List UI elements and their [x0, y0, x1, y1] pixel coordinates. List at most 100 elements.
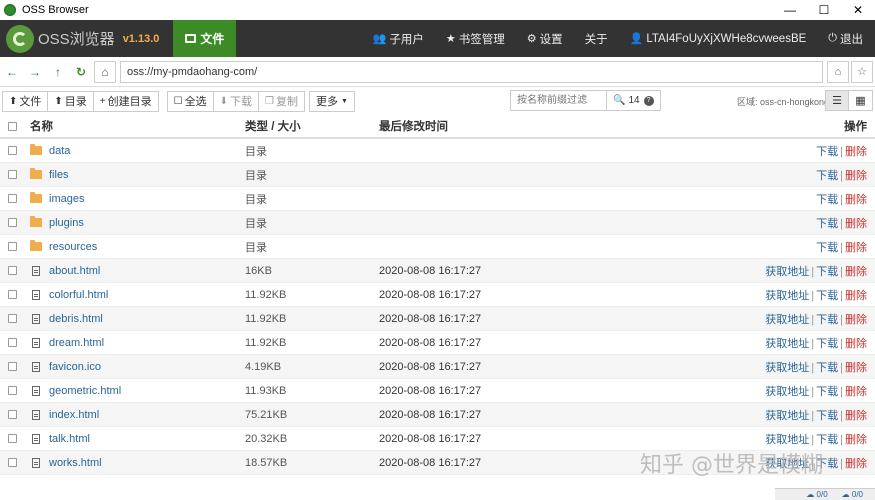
delete-link[interactable]: 删除	[845, 290, 867, 302]
download-link[interactable]: 下载	[816, 218, 838, 230]
upload-dir-button[interactable]: ⬆ 目录	[48, 90, 94, 112]
back-button[interactable]: ←	[1, 61, 23, 83]
col-type[interactable]: 类型 / 大小	[245, 118, 301, 134]
col-name[interactable]: 名称	[30, 118, 53, 134]
name-link[interactable]: talk.html	[49, 433, 90, 445]
name-link[interactable]: images	[49, 193, 84, 205]
row-checkbox[interactable]	[8, 194, 17, 203]
name-link[interactable]: about.html	[49, 265, 100, 277]
row-checkbox[interactable]	[8, 386, 17, 395]
table-row[interactable]: colorful.html 11.92KB 2020-08-08 16:17:27 获…	[0, 283, 875, 307]
row-checkbox[interactable]	[8, 434, 17, 443]
delete-link[interactable]: 删除	[845, 458, 867, 470]
table-row[interactable]: images 目录 下载 | 删除	[0, 187, 875, 211]
delete-link[interactable]: 删除	[845, 434, 867, 446]
name-link[interactable]: works.html	[49, 457, 102, 469]
download-link[interactable]: 下载	[816, 242, 838, 254]
name-link[interactable]: debris.html	[49, 313, 103, 325]
row-checkbox[interactable]	[8, 362, 17, 371]
name-link[interactable]: geometric.html	[49, 385, 121, 397]
download-link[interactable]: 下载	[816, 146, 838, 158]
row-checkbox[interactable]	[8, 458, 17, 467]
name-link[interactable]: files	[49, 169, 69, 181]
header-nav-item[interactable]: ⚙ 设置	[527, 31, 563, 47]
tab-files[interactable]: 文件	[173, 20, 237, 57]
get-url-link[interactable]: 获取地址	[765, 410, 809, 422]
name-link[interactable]: resources	[49, 241, 97, 253]
header-nav-item[interactable]: ⏻ 退出	[828, 31, 863, 47]
row-checkbox[interactable]	[8, 290, 17, 299]
download-link[interactable]: 下载	[816, 194, 838, 206]
row-checkbox[interactable]	[8, 218, 17, 227]
get-url-link[interactable]: 获取地址	[765, 386, 809, 398]
name-link[interactable]: favicon.ico	[49, 361, 101, 373]
get-url-link[interactable]: 获取地址	[765, 290, 809, 302]
list-view-button[interactable]: ☰	[825, 90, 849, 111]
get-url-link[interactable]: 获取地址	[765, 338, 809, 350]
header-nav-item[interactable]: ★ 书签管理	[446, 31, 505, 47]
download-link[interactable]: 下载	[816, 266, 838, 278]
table-row[interactable]: favicon.ico 4.19KB 2020-08-08 16:17:27 获取地址…	[0, 355, 875, 379]
refresh-button[interactable]: ↻	[70, 61, 92, 83]
delete-link[interactable]: 删除	[845, 266, 867, 278]
row-checkbox[interactable]	[8, 410, 17, 419]
download-link[interactable]: 下载	[816, 410, 838, 422]
more-dropdown[interactable]: 更多 ▼	[308, 90, 355, 112]
row-checkbox[interactable]	[8, 266, 17, 275]
row-checkbox[interactable]	[8, 314, 17, 323]
download-status[interactable]: ☁ 0/0	[842, 490, 863, 499]
get-url-link[interactable]: 获取地址	[765, 362, 809, 374]
download-link[interactable]: 下载	[816, 434, 838, 446]
minimize-button[interactable]: —	[773, 0, 807, 20]
download-link[interactable]: 下载	[816, 338, 838, 350]
table-row[interactable]: plugins 目录 下载 | 删除	[0, 211, 875, 235]
filter-input[interactable]	[510, 90, 607, 111]
table-row[interactable]: data 目录 下载 | 删除	[0, 139, 875, 163]
upload-status[interactable]: ☁ 0/0	[806, 490, 827, 499]
delete-link[interactable]: 删除	[845, 194, 867, 206]
home-bookmark-button[interactable]: ⌂	[827, 60, 849, 83]
up-button[interactable]: ↑	[47, 61, 69, 83]
header-nav-item[interactable]: 关于	[585, 31, 608, 47]
home-button[interactable]: ⌂	[94, 60, 116, 83]
delete-link[interactable]: 删除	[845, 386, 867, 398]
table-row[interactable]: about.html 16KB 2020-08-08 16:17:27 获取地址 | 下载…	[0, 259, 875, 283]
download-link[interactable]: 下载	[816, 290, 838, 302]
header-nav-item[interactable]: 👤 LTAI4FoUyXjXWHe8cvweesBE	[630, 32, 807, 46]
name-link[interactable]: data	[49, 145, 70, 157]
download-link[interactable]: 下载	[816, 386, 838, 398]
name-link[interactable]: index.html	[49, 409, 99, 421]
search-count[interactable]: 🔍 14?	[607, 90, 661, 111]
name-link[interactable]: plugins	[49, 217, 84, 229]
table-row[interactable]: dream.html 11.92KB 2020-08-08 16:17:27 获取地址…	[0, 331, 875, 355]
download-link[interactable]: 下载	[816, 362, 838, 374]
col-time[interactable]: 最后修改时间	[379, 118, 448, 134]
table-row[interactable]: debris.html 11.92KB 2020-08-08 16:17:27 获取地…	[0, 307, 875, 331]
forward-button[interactable]: →	[24, 61, 46, 83]
get-url-link[interactable]: 获取地址	[765, 434, 809, 446]
bookmark-star-button[interactable]: ☆	[851, 60, 873, 83]
table-row[interactable]: resources 目录 下载 | 删除	[0, 235, 875, 259]
header-nav-item[interactable]: 👥 子用户	[373, 31, 424, 47]
upload-file-button[interactable]: ⬆ 文件	[2, 90, 49, 112]
download-link[interactable]: 下载	[816, 170, 838, 182]
delete-link[interactable]: 删除	[845, 410, 867, 422]
get-url-link[interactable]: 获取地址	[765, 266, 809, 278]
select-all-button[interactable]: ☐ 全选	[166, 90, 214, 112]
create-dir-button[interactable]: + 创建目录	[93, 90, 159, 112]
delete-link[interactable]: 删除	[845, 338, 867, 350]
delete-link[interactable]: 删除	[845, 242, 867, 254]
download-button[interactable]: ⬇ 下载	[213, 90, 259, 112]
delete-link[interactable]: 删除	[845, 218, 867, 230]
delete-link[interactable]: 删除	[845, 170, 867, 182]
download-link[interactable]: 下载	[816, 314, 838, 326]
copy-button[interactable]: ❐ 复制	[258, 90, 305, 112]
grid-view-button[interactable]: ▦	[849, 90, 873, 111]
table-row[interactable]: files 目录 下载 | 删除	[0, 163, 875, 187]
row-checkbox[interactable]	[8, 146, 17, 155]
row-checkbox[interactable]	[8, 242, 17, 251]
name-link[interactable]: dream.html	[49, 337, 104, 349]
name-link[interactable]: colorful.html	[49, 289, 108, 301]
close-window-button[interactable]: ✕	[841, 0, 875, 20]
select-all-checkbox[interactable]	[8, 121, 17, 131]
